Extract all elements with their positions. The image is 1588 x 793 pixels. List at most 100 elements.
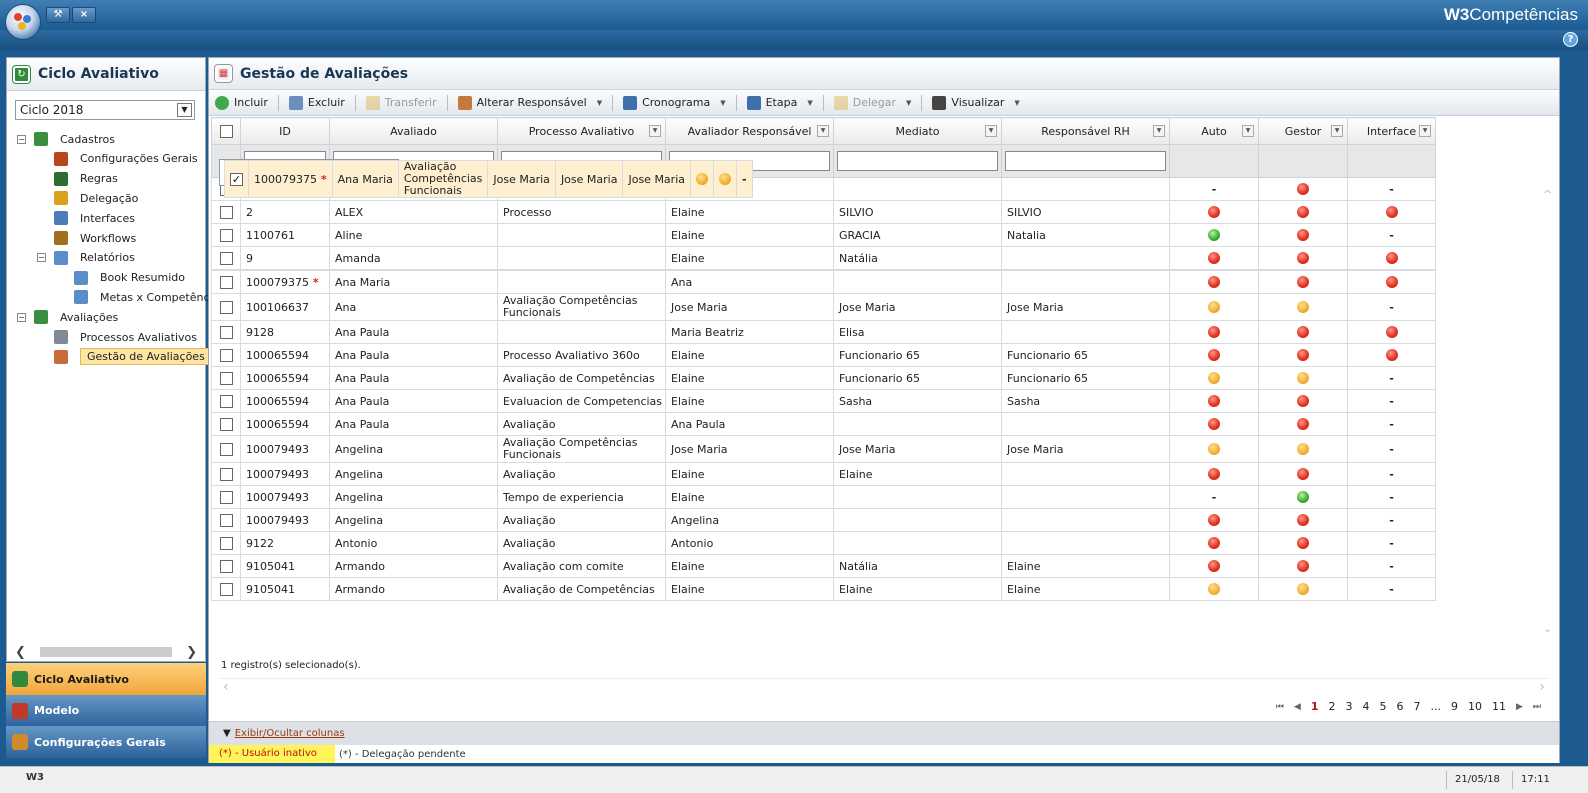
column-header-gestor[interactable]: Gestor ▼: [1258, 117, 1348, 145]
status-red-icon[interactable]: [1208, 537, 1220, 549]
tree-item-interfaces[interactable]: Interfaces: [37, 209, 135, 227]
delegar-button[interactable]: Delegar ▼: [833, 95, 911, 110]
table-row[interactable]: 100079493 Angelina Avaliação Angelina -: [211, 508, 1436, 532]
status-red-icon[interactable]: [1297, 349, 1309, 361]
chevron-down-icon[interactable]: ▼: [1014, 99, 1019, 107]
row-checkbox[interactable]: [219, 251, 233, 265]
row-checkbox[interactable]: [219, 559, 233, 573]
table-row[interactable]: 9 Amanda Elaine Natália: [211, 246, 1436, 270]
table-row[interactable]: 100065594 Ana Paula Processo Avaliativo 36…: [211, 343, 1436, 367]
row-checkbox[interactable]: [219, 582, 233, 596]
table-row[interactable]: ✓ 100079375 * Ana Maria Avaliação Competênc…: [219, 159, 753, 198]
filter-rh-input[interactable]: [1005, 151, 1166, 171]
table-row[interactable]: 100079493 Angelina Avaliação Elaine Elaine -: [211, 462, 1436, 486]
row-checkbox[interactable]: [219, 325, 233, 339]
chevron-down-icon[interactable]: ▼: [906, 99, 911, 107]
chevron-down-icon[interactable]: ▼: [720, 99, 725, 107]
status-red-icon[interactable]: [1385, 349, 1398, 361]
status-red-icon[interactable]: [1385, 276, 1398, 288]
page-link[interactable]: 3: [1345, 700, 1352, 713]
tree-item-processos-avaliativos[interactable]: Processos Avaliativos: [37, 328, 197, 346]
status-red-icon[interactable]: [1208, 349, 1220, 361]
select-all-checkbox[interactable]: [219, 124, 233, 138]
page-link[interactable]: 1: [1311, 700, 1319, 713]
table-row[interactable]: 100065594 Ana Paula Evaluacion de Competen…: [211, 389, 1436, 413]
column-menu-icon[interactable]: ▼: [1331, 125, 1343, 137]
column-menu-icon[interactable]: ▼: [985, 125, 997, 137]
column-header-respons-vel-rh[interactable]: Responsável RH ▼: [1001, 117, 1170, 145]
status-red-icon[interactable]: [1208, 326, 1220, 338]
chevron-down-icon[interactable]: ▼: [807, 99, 812, 107]
status-green-icon[interactable]: [1297, 491, 1309, 503]
table-row[interactable]: 9122 Antonio Avaliação Antonio -: [211, 531, 1436, 555]
collapse-toggle-icon[interactable]: −: [37, 253, 46, 263]
status-orange-icon[interactable]: [1208, 583, 1220, 595]
column-header-avaliado[interactable]: Avaliado: [329, 117, 498, 145]
table-row[interactable]: 9105041 Armando Avaliação de Competências E…: [211, 577, 1436, 601]
first-page-icon[interactable]: ⏮: [1276, 702, 1284, 712]
status-red-icon[interactable]: [1297, 560, 1309, 572]
status-red-icon[interactable]: [1208, 468, 1220, 480]
alterar-respons-vel-button[interactable]: Alterar Responsável ▼: [457, 95, 602, 110]
close-quick-button[interactable]: ×: [72, 7, 96, 23]
chevron-down-icon[interactable]: ▼: [597, 99, 602, 107]
filter-mediato-input[interactable]: [837, 151, 998, 171]
row-checkbox[interactable]: [219, 275, 233, 289]
status-green-icon[interactable]: [1208, 229, 1220, 241]
tree-item-workflows[interactable]: Workflows: [37, 229, 136, 247]
status-red-icon[interactable]: [1297, 206, 1309, 218]
status-red-icon[interactable]: [1208, 514, 1220, 526]
status-orange-icon[interactable]: [1297, 443, 1309, 455]
tools-quick-button[interactable]: ⚒: [46, 7, 70, 23]
status-red-icon[interactable]: [1208, 206, 1220, 218]
toggle-columns-link[interactable]: Exibir/Ocultar colunas: [235, 728, 345, 739]
last-page-icon[interactable]: ⏭: [1533, 702, 1541, 712]
visualizar-button[interactable]: Visualizar ▼: [932, 95, 1020, 110]
status-red-icon[interactable]: [1297, 395, 1309, 407]
status-red-icon[interactable]: [1208, 252, 1220, 264]
row-checkbox[interactable]: [219, 536, 233, 550]
table-row[interactable]: 100079493 Angelina Tempo de experiencia Ela…: [211, 485, 1436, 509]
column-header-id[interactable]: ID: [240, 117, 330, 145]
scroll-right-icon[interactable]: ❯: [186, 645, 197, 660]
table-row[interactable]: 100079493 Angelina Avaliação Competências …: [211, 435, 1436, 463]
grid-horizontal-scrollbar[interactable]: ‹ ›: [219, 678, 1549, 695]
page-link[interactable]: 5: [1379, 700, 1386, 713]
tree-item-avalia-es[interactable]: − Avaliações: [17, 308, 118, 326]
page-link[interactable]: 6: [1396, 700, 1403, 713]
chevron-down-icon[interactable]: ▼: [177, 103, 192, 117]
status-red-icon[interactable]: [1297, 537, 1309, 549]
status-orange-icon[interactable]: [1297, 583, 1309, 595]
accordion-configura-es-gerais[interactable]: Configurações Gerais: [6, 726, 206, 758]
page-link[interactable]: 7: [1413, 700, 1420, 713]
page-link[interactable]: 4: [1362, 700, 1369, 713]
page-link[interactable]: 10: [1468, 700, 1482, 713]
status-red-icon[interactable]: [1297, 468, 1309, 480]
tree-horizontal-scrollbar[interactable]: ❮ ❯: [15, 645, 197, 660]
column-header-interface[interactable]: Interface ▼: [1347, 117, 1436, 145]
status-orange-icon[interactable]: [1208, 372, 1220, 384]
table-row[interactable]: 1100761 Aline Elaine GRACIA Natalia -: [211, 223, 1436, 247]
table-row[interactable]: 100065594 Ana Paula Avaliação de Competênc…: [211, 366, 1436, 390]
row-checkbox[interactable]: [219, 417, 233, 431]
cronograma-button[interactable]: Cronograma ▼: [623, 95, 726, 110]
status-orange-icon[interactable]: [719, 173, 731, 185]
status-red-icon[interactable]: [1297, 229, 1309, 241]
status-orange-icon[interactable]: [1297, 372, 1309, 384]
row-checkbox[interactable]: [219, 467, 233, 481]
tree-item-metas-x-compet-ncias[interactable]: Metas x Competências: [57, 288, 225, 306]
column-header-processo-avaliativo[interactable]: Processo Avaliativo ▼: [497, 117, 666, 145]
row-checkbox[interactable]: ✓: [230, 172, 243, 186]
page-link[interactable]: 9: [1451, 700, 1458, 713]
prev-page-icon[interactable]: ◀: [1294, 702, 1301, 712]
row-checkbox[interactable]: [219, 205, 233, 219]
status-orange-icon[interactable]: [696, 173, 708, 185]
status-orange-icon[interactable]: [1297, 301, 1309, 313]
status-red-icon[interactable]: [1208, 418, 1220, 430]
app-menu-orb[interactable]: [5, 4, 41, 40]
status-red-icon[interactable]: [1297, 326, 1309, 338]
status-red-icon[interactable]: [1385, 252, 1398, 264]
tree-item-relat-rios[interactable]: − Relatórios: [37, 249, 135, 267]
page-link[interactable]: ...: [1430, 700, 1441, 713]
status-orange-icon[interactable]: [1208, 443, 1220, 455]
